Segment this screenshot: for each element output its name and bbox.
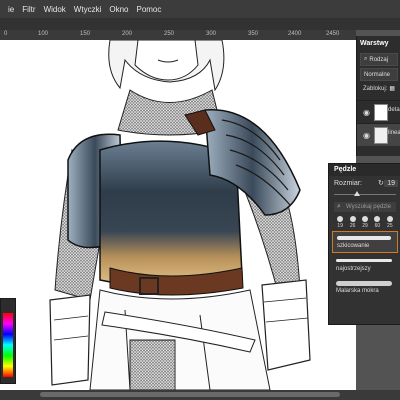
- ruler-tick: 100: [38, 31, 49, 37]
- brush-tip[interactable]: 26: [346, 216, 358, 229]
- brush-search-placeholder: Wyszukaj pędzle: [346, 204, 391, 210]
- brush-item[interactable]: najostrzejszy: [332, 255, 398, 275]
- brush-size-slider[interactable]: [334, 190, 396, 198]
- drawing-canvas[interactable]: [0, 40, 356, 390]
- refresh-icon[interactable]: ↻: [378, 179, 384, 187]
- ruler-tick: 200: [122, 31, 133, 37]
- ruler-tick: 250: [164, 31, 175, 37]
- color-panel: [0, 298, 16, 384]
- brush-stroke-preview: [336, 281, 392, 286]
- brushes-panel: Pędzle Rozmiar: ↻ 19 ⌕ Wyszukaj pędzle 1…: [328, 163, 400, 325]
- layers-tab[interactable]: Warstwy: [357, 36, 400, 51]
- brush-size-label: Rozmiar:: [334, 179, 363, 187]
- ruler-tick: 2400: [288, 31, 302, 37]
- brush-tip-size: 60: [374, 223, 381, 229]
- brush-tip[interactable]: 29: [359, 216, 371, 229]
- brush-tip[interactable]: 25: [384, 216, 396, 229]
- brush-tip-size: 29: [362, 223, 368, 229]
- layer-row[interactable]: ◉ lineart: [357, 123, 400, 146]
- lock-pixels-icon[interactable]: ▦: [389, 85, 395, 92]
- eye-icon[interactable]: ◉: [363, 131, 370, 140]
- menu-item-image[interactable]: ie: [8, 5, 14, 14]
- ruler-tick: 300: [206, 31, 217, 37]
- slider-track: [334, 194, 396, 195]
- knight-artwork: [49, 40, 311, 390]
- menu-item-view[interactable]: Widok: [44, 5, 66, 14]
- blend-mode-select[interactable]: Normalne: [360, 68, 398, 81]
- scroll-thumb[interactable]: [40, 392, 340, 397]
- brush-name: Malarska mokra: [336, 288, 379, 294]
- layer-name: detal: [388, 107, 400, 113]
- options-bar: [0, 18, 400, 30]
- menu-item-window[interactable]: Okno: [109, 5, 128, 14]
- menu-item-plugins[interactable]: Wtyczki: [74, 5, 102, 14]
- search-icon: ⌕: [364, 56, 368, 62]
- horizontal-scrollbar[interactable]: [0, 390, 400, 400]
- brush-tip-presets: 19 26 29 60 25: [334, 216, 396, 229]
- layer-thumbnail: [374, 127, 388, 144]
- lock-row: Zablokuj: ▦: [360, 83, 398, 94]
- layer-row[interactable]: ◉ detal: [357, 100, 400, 123]
- color-spectrum[interactable]: [3, 313, 13, 377]
- brush-item-selected[interactable]: szkicowanie: [332, 231, 398, 253]
- brushes-panel-title[interactable]: Pędzle: [329, 164, 400, 176]
- brush-size-row: Rozmiar: ↻ 19: [329, 176, 400, 190]
- menu-item-filter[interactable]: Filtr: [22, 5, 35, 14]
- brush-tip[interactable]: 60: [371, 216, 383, 229]
- brush-name: szkicowanie: [337, 243, 370, 249]
- brush-tip-size: 19: [337, 223, 343, 229]
- brush-item[interactable]: Malarska mokra: [332, 277, 398, 297]
- ruler-tick: 2450: [326, 31, 340, 37]
- brush-tip-size: 25: [387, 223, 393, 229]
- brush-name: najostrzejszy: [336, 266, 371, 272]
- layers-panel: Warstwy ⌕ Rodzaj Normalne Zablokuj: ▦ ◉ …: [356, 36, 400, 156]
- layer-filter-label: Rodzaj: [369, 56, 389, 63]
- brush-stroke-preview: [337, 236, 391, 240]
- layer-thumbnail: [374, 104, 388, 121]
- layer-name: lineart: [388, 130, 400, 136]
- lock-label: Zablokuj:: [363, 85, 388, 92]
- menu-item-help[interactable]: Pomoc: [136, 5, 161, 14]
- ruler-tick: 350: [248, 31, 259, 37]
- ruler-tick: 0: [4, 31, 8, 37]
- search-icon: ⌕: [337, 203, 341, 210]
- menu-bar: ie Filtr Widok Wtyczki Okno Pomoc: [0, 0, 400, 18]
- slider-knob[interactable]: [354, 191, 360, 196]
- brush-tip[interactable]: 19: [334, 216, 346, 229]
- layer-filter-select[interactable]: ⌕ Rodzaj: [360, 53, 398, 66]
- brush-tip-size: 26: [349, 223, 356, 229]
- ruler-tick: 150: [80, 31, 91, 37]
- top-ruler: 0 100 150 200 250 300 350 2400 2450: [0, 30, 356, 40]
- brush-search-input[interactable]: ⌕ Wyszukaj pędzle: [334, 202, 396, 212]
- brush-size-input[interactable]: 19: [384, 179, 398, 187]
- brush-stroke-preview: [336, 259, 392, 262]
- eye-icon[interactable]: ◉: [363, 108, 370, 117]
